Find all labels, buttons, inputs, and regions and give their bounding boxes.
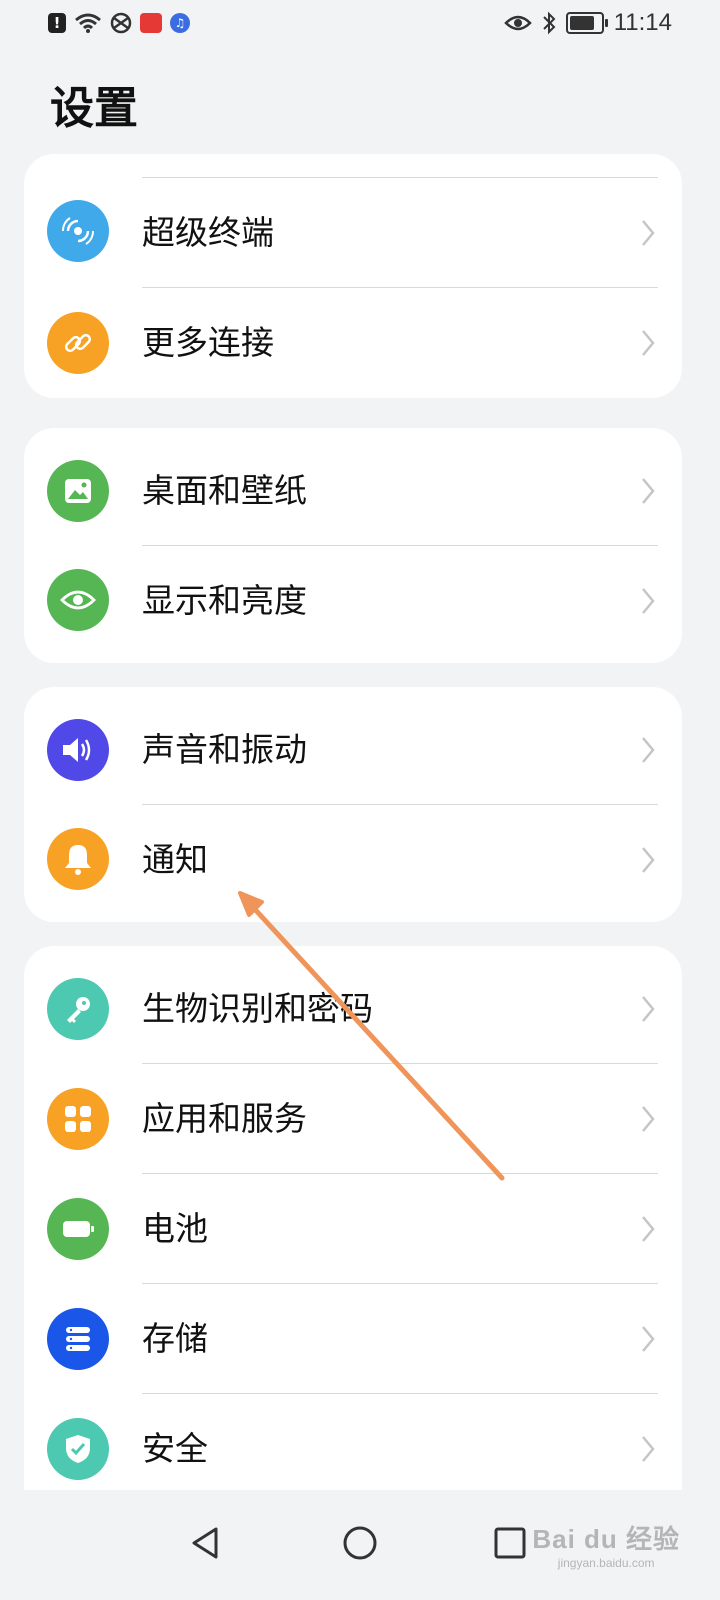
- bluetooth-icon: [543, 11, 556, 35]
- chevron-right-icon: [642, 737, 655, 763]
- key-icon: [47, 978, 109, 1040]
- watermark-url: jingyan.baidu.com: [557, 1556, 655, 1570]
- settings-card-system: 生物识别和密码 应用和服务 电池 存储 安全: [24, 946, 682, 1506]
- link-icon: [47, 312, 109, 374]
- battery-icon: [47, 1198, 109, 1260]
- settings-item-security[interactable]: 安全: [24, 1394, 682, 1504]
- wifi-icon: [75, 13, 101, 33]
- settings-item-label: 显示和亮度: [142, 581, 307, 620]
- super-device-icon: [47, 200, 109, 262]
- settings-item-wallpaper[interactable]: 桌面和壁纸: [24, 428, 682, 546]
- battery-fill: [569, 16, 594, 30]
- chevron-right-icon: [642, 1436, 655, 1462]
- nav-recents-button[interactable]: [485, 1518, 535, 1568]
- status-bar: ! ♫ 11:14: [0, 0, 720, 46]
- watermark: Bai du 经验 jingyan.baidu.com: [532, 1519, 680, 1570]
- settings-card-connectivity: 超级终端 更多连接: [24, 154, 682, 398]
- chevron-right-icon: [642, 996, 655, 1022]
- notification-alert-icon: !: [48, 13, 66, 33]
- eye-icon: [47, 569, 109, 631]
- recents-icon: [494, 1527, 526, 1559]
- settings-item-battery[interactable]: 电池: [24, 1174, 682, 1284]
- watermark-logo: Bai du 经验: [532, 1524, 680, 1554]
- speaker-icon: [47, 719, 109, 781]
- back-icon: [192, 1527, 218, 1559]
- chevron-right-icon: [642, 478, 655, 504]
- settings-item-label: 桌面和壁纸: [142, 471, 307, 510]
- chevron-right-icon: [642, 1326, 655, 1352]
- storage-icon: [47, 1308, 109, 1370]
- status-right: 11:14: [503, 8, 672, 38]
- settings-item-label: 安全: [142, 1429, 208, 1468]
- status-time: 11:14: [613, 9, 672, 36]
- settings-item-display-brightness[interactable]: 显示和亮度: [24, 546, 682, 663]
- settings-item-label: 电池: [142, 1209, 208, 1248]
- settings-item-notifications[interactable]: 通知: [24, 805, 682, 922]
- chevron-right-icon: [642, 330, 655, 356]
- wallpaper-icon: [47, 460, 109, 522]
- chevron-right-icon: [642, 220, 655, 246]
- chevron-right-icon: [642, 588, 655, 614]
- chevron-right-icon: [642, 1216, 655, 1242]
- chevron-right-icon: [642, 1106, 655, 1132]
- status-left: ! ♫: [48, 10, 190, 36]
- settings-item-super-device[interactable]: 超级终端: [24, 154, 682, 288]
- settings-item-sound-vibration[interactable]: 声音和振动: [24, 687, 682, 805]
- nav-back-button[interactable]: [181, 1518, 231, 1568]
- page-title: 设置: [50, 83, 138, 134]
- network-icon: [110, 12, 132, 34]
- settings-item-label: 声音和振动: [142, 730, 307, 769]
- chevron-right-icon: [642, 847, 655, 873]
- settings-item-more-connections[interactable]: 更多连接: [24, 288, 682, 398]
- settings-item-label: 超级终端: [142, 213, 274, 252]
- nav-home-button[interactable]: [335, 1518, 385, 1568]
- apps-grid-icon: [47, 1088, 109, 1150]
- settings-item-apps-services[interactable]: 应用和服务: [24, 1064, 682, 1174]
- settings-item-label: 存储: [142, 1319, 208, 1358]
- settings-item-storage[interactable]: 存储: [24, 1284, 682, 1394]
- music-icon: ♫: [170, 13, 190, 33]
- settings-item-label: 生物识别和密码: [142, 989, 373, 1028]
- shield-icon: [47, 1418, 109, 1480]
- app-badge-icon: [140, 13, 162, 33]
- settings-card-sound-notify: 声音和振动 通知: [24, 687, 682, 922]
- battery-icon: [565, 12, 608, 34]
- settings-item-biometrics-password[interactable]: 生物识别和密码: [24, 946, 682, 1064]
- settings-card-display: 桌面和壁纸 显示和亮度: [24, 428, 682, 663]
- home-icon: [343, 1526, 377, 1560]
- eye-icon: [503, 15, 532, 31]
- settings-item-label: 通知: [142, 840, 208, 879]
- settings-item-label: 应用和服务: [142, 1099, 307, 1138]
- bell-icon: [47, 828, 109, 890]
- settings-item-label: 更多连接: [142, 323, 274, 362]
